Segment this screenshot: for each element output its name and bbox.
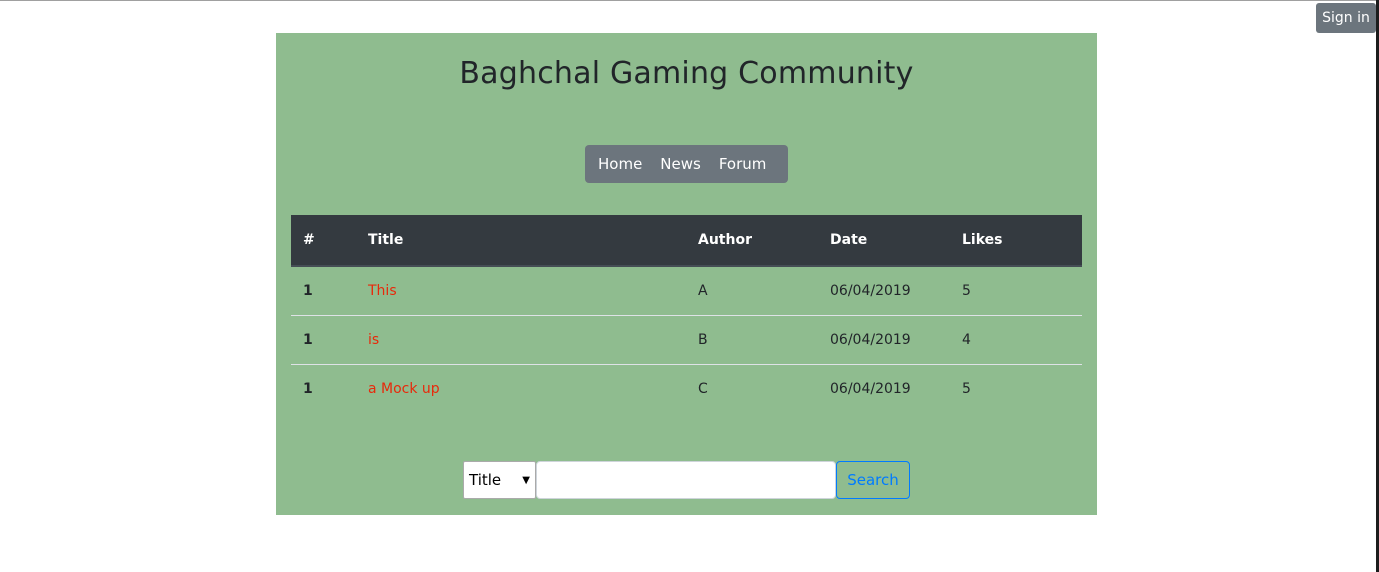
row-date: 06/04/2019 — [818, 314, 950, 364]
nav-news-link[interactable]: News — [651, 155, 710, 173]
row-title-cell: This — [356, 266, 686, 315]
post-title-link[interactable]: This — [368, 283, 397, 299]
row-author: C — [686, 363, 818, 413]
nav-home-link[interactable]: Home — [589, 155, 651, 173]
row-likes: 4 — [950, 314, 1082, 364]
search-filter-value: Title — [469, 471, 502, 489]
column-header-author: Author — [686, 215, 818, 267]
post-title-link[interactable]: a Mock up — [368, 381, 440, 397]
main-panel: Baghchal Gaming Community Home News Foru… — [276, 33, 1097, 515]
table-row: 1 a Mock up C 06/04/2019 5 — [291, 363, 1082, 413]
row-likes: 5 — [950, 363, 1082, 413]
search-form: Title ▼ Search — [463, 461, 910, 499]
search-input[interactable] — [536, 461, 836, 499]
row-date: 06/04/2019 — [830, 282, 911, 299]
post-title-link[interactable]: is — [368, 332, 379, 348]
nav-forum-link[interactable]: Forum — [710, 155, 776, 173]
column-header-number: # — [291, 215, 356, 267]
row-author: B — [686, 314, 818, 364]
row-number: 1 — [303, 282, 313, 299]
row-title-cell: is — [356, 314, 686, 364]
caret-down-icon: ▼ — [522, 474, 530, 486]
search-button[interactable]: Search — [836, 461, 910, 499]
search-filter-select[interactable]: Title ▼ — [463, 461, 536, 499]
row-title-cell: a Mock up — [356, 363, 686, 413]
table-header-row: # Title Author Date Likes — [291, 215, 1082, 267]
posts-table: # Title Author Date Likes 1 This A 06/04… — [291, 215, 1082, 413]
nav-bar: Home News Forum — [585, 145, 788, 183]
row-likes: 5 — [962, 282, 971, 299]
column-header-likes: Likes — [950, 215, 1082, 267]
row-date: 06/04/2019 — [818, 363, 950, 413]
column-header-title: Title — [356, 215, 686, 267]
page-title: Baghchal Gaming Community — [459, 56, 914, 91]
top-divider — [0, 0, 1379, 1]
table-row: 1 is B 06/04/2019 4 — [291, 314, 1082, 364]
row-number: 1 — [291, 314, 356, 364]
row-number: 1 — [291, 363, 356, 413]
sign-in-button[interactable]: Sign in — [1316, 3, 1376, 33]
column-header-date: Date — [818, 215, 950, 267]
row-author: A — [698, 282, 708, 299]
table-row: 1 This A 06/04/2019 5 — [291, 266, 1082, 315]
